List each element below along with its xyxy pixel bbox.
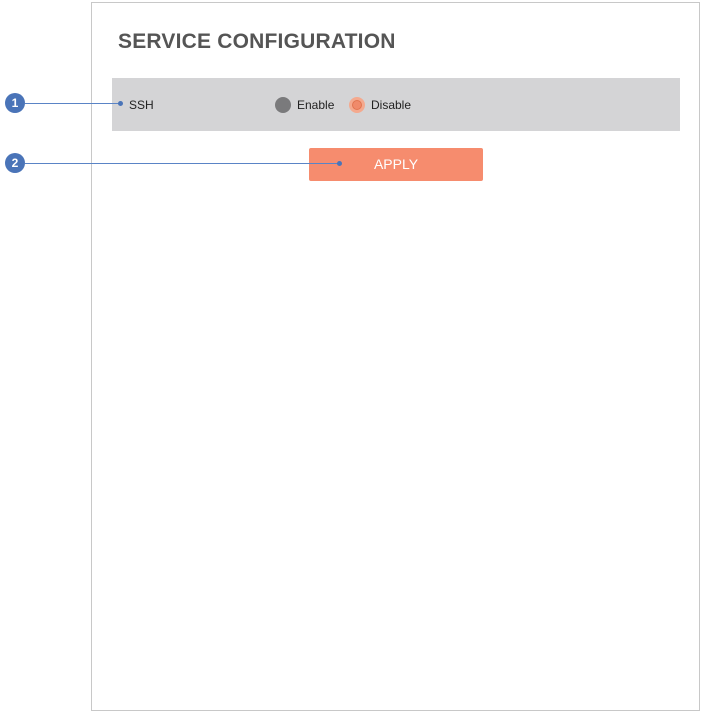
apply-button[interactable]: APPLY: [309, 148, 483, 181]
callout-leader-line-2: [25, 163, 339, 164]
ssh-enable-radio[interactable]: Enable: [275, 96, 334, 114]
radio-unselected-icon: [275, 97, 291, 113]
callout-leader-dot-2: [337, 161, 342, 166]
ssh-enable-label: Enable: [297, 98, 335, 112]
ssh-label: SSH: [129, 98, 154, 112]
callout-badge-2: 2: [5, 153, 25, 173]
radio-selected-icon: [349, 97, 365, 113]
page-title: SERVICE CONFIGURATION: [118, 30, 396, 53]
callout-leader-dot-1: [118, 101, 123, 106]
callout-leader-line-1: [25, 103, 120, 104]
ssh-disable-radio[interactable]: Disable: [349, 96, 411, 114]
callout-badge-1: 1: [5, 93, 25, 113]
ssh-disable-label: Disable: [371, 98, 412, 112]
